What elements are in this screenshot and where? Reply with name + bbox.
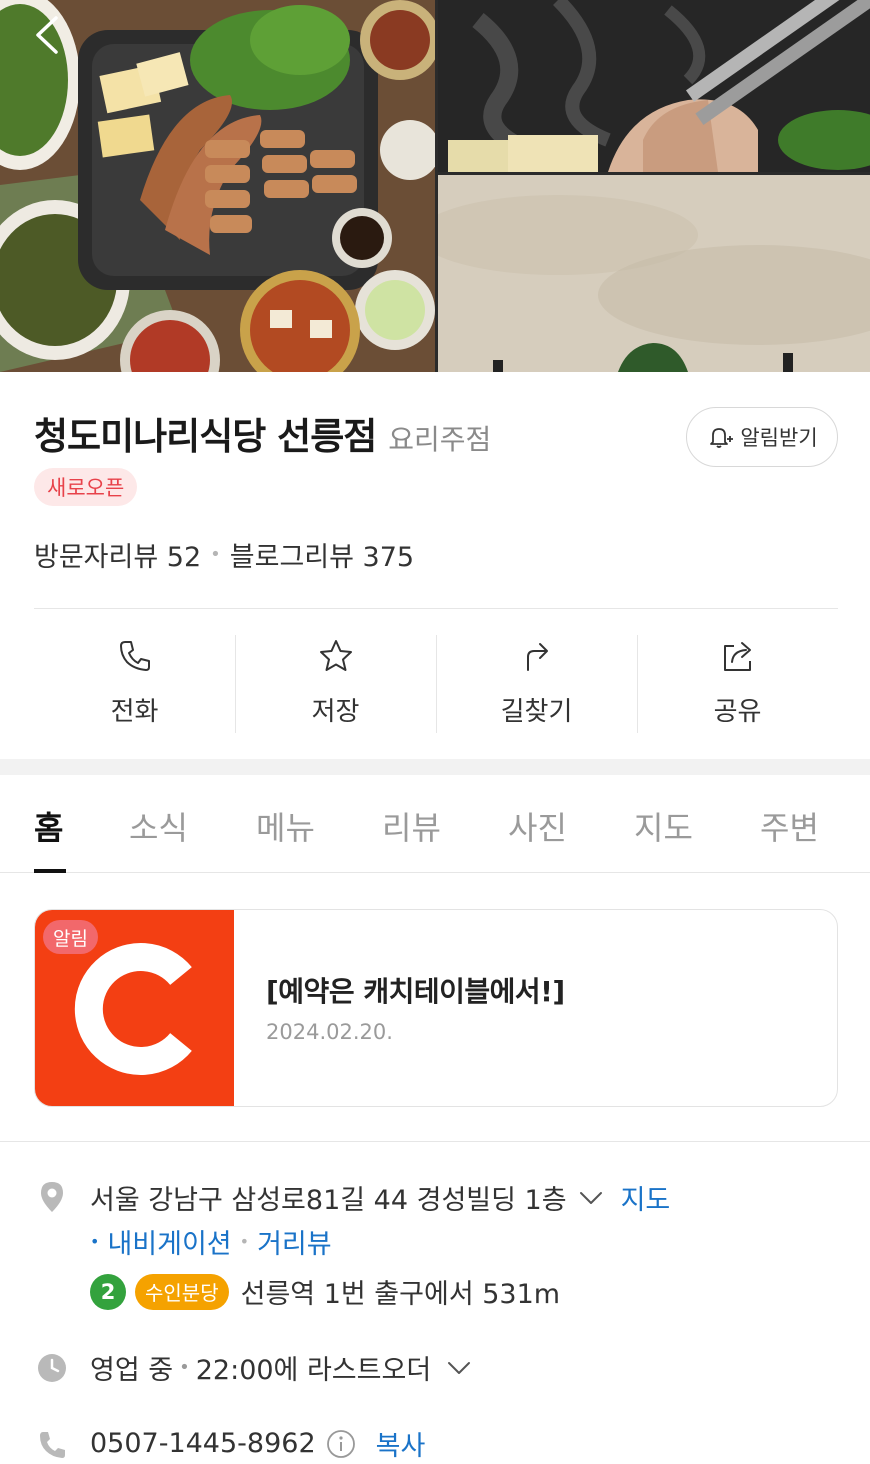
active-tab-indicator (34, 869, 66, 873)
clock-icon (38, 1354, 66, 1382)
place-category: 요리주점 (388, 423, 492, 456)
place-name: 청도미나리식당 선릉점 (34, 415, 377, 458)
notice-title: [예약은 캐치테이블에서!] (266, 975, 565, 1008)
tab-menu[interactable]: 메뉴 (256, 803, 315, 849)
blog-review-link[interactable]: 블로그리뷰 375 (230, 535, 414, 574)
business-status: 영업 중 (90, 1355, 174, 1386)
alert-button-label: 알림받기 (740, 426, 818, 450)
subway-line-name-badge: 수인분당 (135, 1273, 229, 1310)
chevron-down-icon[interactable] (445, 1354, 473, 1382)
tab-news[interactable]: 소식 (129, 803, 188, 849)
tab-review[interactable]: 리뷰 (382, 803, 441, 849)
info-icon[interactable] (326, 1429, 356, 1459)
copy-phone-button[interactable]: 복사 (376, 1424, 426, 1463)
chevron-left-icon (36, 16, 58, 54)
tab-photo[interactable]: 사진 (508, 803, 567, 849)
tab-home[interactable]: 홈 (34, 803, 63, 849)
phone-icon (119, 641, 150, 671)
divider (0, 1141, 870, 1142)
action-label: 공유 (713, 697, 762, 727)
action-label: 전화 (110, 697, 159, 727)
notice-card[interactable]: 알림 [예약은 캐치테이블에서!] 2024.02.20. (34, 909, 838, 1107)
hero-photo-gallery[interactable]: my (0, 0, 870, 372)
directions-button[interactable]: 길찾기 (436, 609, 637, 759)
tab-nearby[interactable]: 주변 (760, 803, 819, 849)
action-label: 저장 (311, 697, 360, 727)
hero-photo-grill-smoke[interactable]: my (438, 0, 870, 172)
sign-illustration (438, 175, 870, 372)
separator-dot: • (90, 1232, 100, 1251)
map-link[interactable]: 지도 (621, 1178, 671, 1217)
call-button[interactable]: 전화 (34, 609, 235, 759)
new-open-badge: 새로오픈 (34, 468, 138, 506)
street-view-link[interactable]: 거리뷰 (257, 1222, 332, 1261)
catchtable-thumbnail: 알림 (35, 910, 234, 1106)
grill-smoke-illustration (438, 0, 870, 172)
tab-map[interactable]: 지도 (634, 803, 693, 849)
navigation-link[interactable]: 내비게이션 (107, 1222, 231, 1261)
visitor-review-link[interactable]: 방문자리뷰 52 (34, 535, 201, 574)
star-icon (319, 640, 352, 671)
chevron-down-icon[interactable] (577, 1184, 605, 1212)
address-sub-links: • 내비게이션 • 거리뷰 (90, 1222, 332, 1261)
bell-plus-icon (710, 428, 734, 448)
review-summary: 방문자리뷰 52 • 블로그리뷰 375 (34, 535, 414, 574)
location-pin-icon (41, 1182, 63, 1212)
subway-row: 2 수인분당 선릉역 1번 출구에서 531m (90, 1272, 560, 1311)
notice-date: 2024.02.20. (266, 1020, 393, 1044)
directions-icon (526, 643, 548, 671)
alert-subscribe-button[interactable]: 알림받기 (686, 407, 838, 467)
place-title-row: 청도미나리식당 선릉점 요리주점 (34, 406, 491, 460)
last-order-text: 22:00에 라스트오더 (195, 1355, 432, 1386)
hero-photo-sign[interactable] (438, 175, 870, 372)
address-row: 서울 강남구 삼성로81길 44 경성빌딩 1층 지도 (90, 1178, 670, 1217)
phone-icon (40, 1432, 65, 1458)
separator-dot: • (179, 1357, 190, 1378)
action-label: 길찾기 (500, 697, 573, 727)
phone-number[interactable]: 0507-1445-8962 (90, 1428, 316, 1459)
action-bar: 전화 저장 길찾기 공유 (34, 609, 838, 759)
subway-description: 선릉역 1번 출구에서 531m (240, 1279, 561, 1310)
phone-row: 0507-1445-8962 복사 (90, 1424, 425, 1463)
section-separator (0, 759, 870, 775)
separator-dot: • (210, 544, 221, 565)
share-button[interactable]: 공유 (637, 609, 838, 759)
separator-dot: • (239, 1232, 250, 1251)
business-hours-row: 영업 중 • 22:00에 라스트오더 (90, 1348, 473, 1387)
tab-bar: 홈 소식 메뉴 리뷰 사진 지도 주변 (0, 775, 870, 873)
address-text: 서울 강남구 삼성로81길 44 경성빌딩 1층 (90, 1185, 567, 1216)
back-button[interactable] (26, 10, 76, 60)
save-button[interactable]: 저장 (235, 609, 436, 759)
share-icon (723, 642, 751, 671)
subway-line-badge: 2 (90, 1273, 126, 1310)
notice-badge: 알림 (43, 920, 98, 954)
